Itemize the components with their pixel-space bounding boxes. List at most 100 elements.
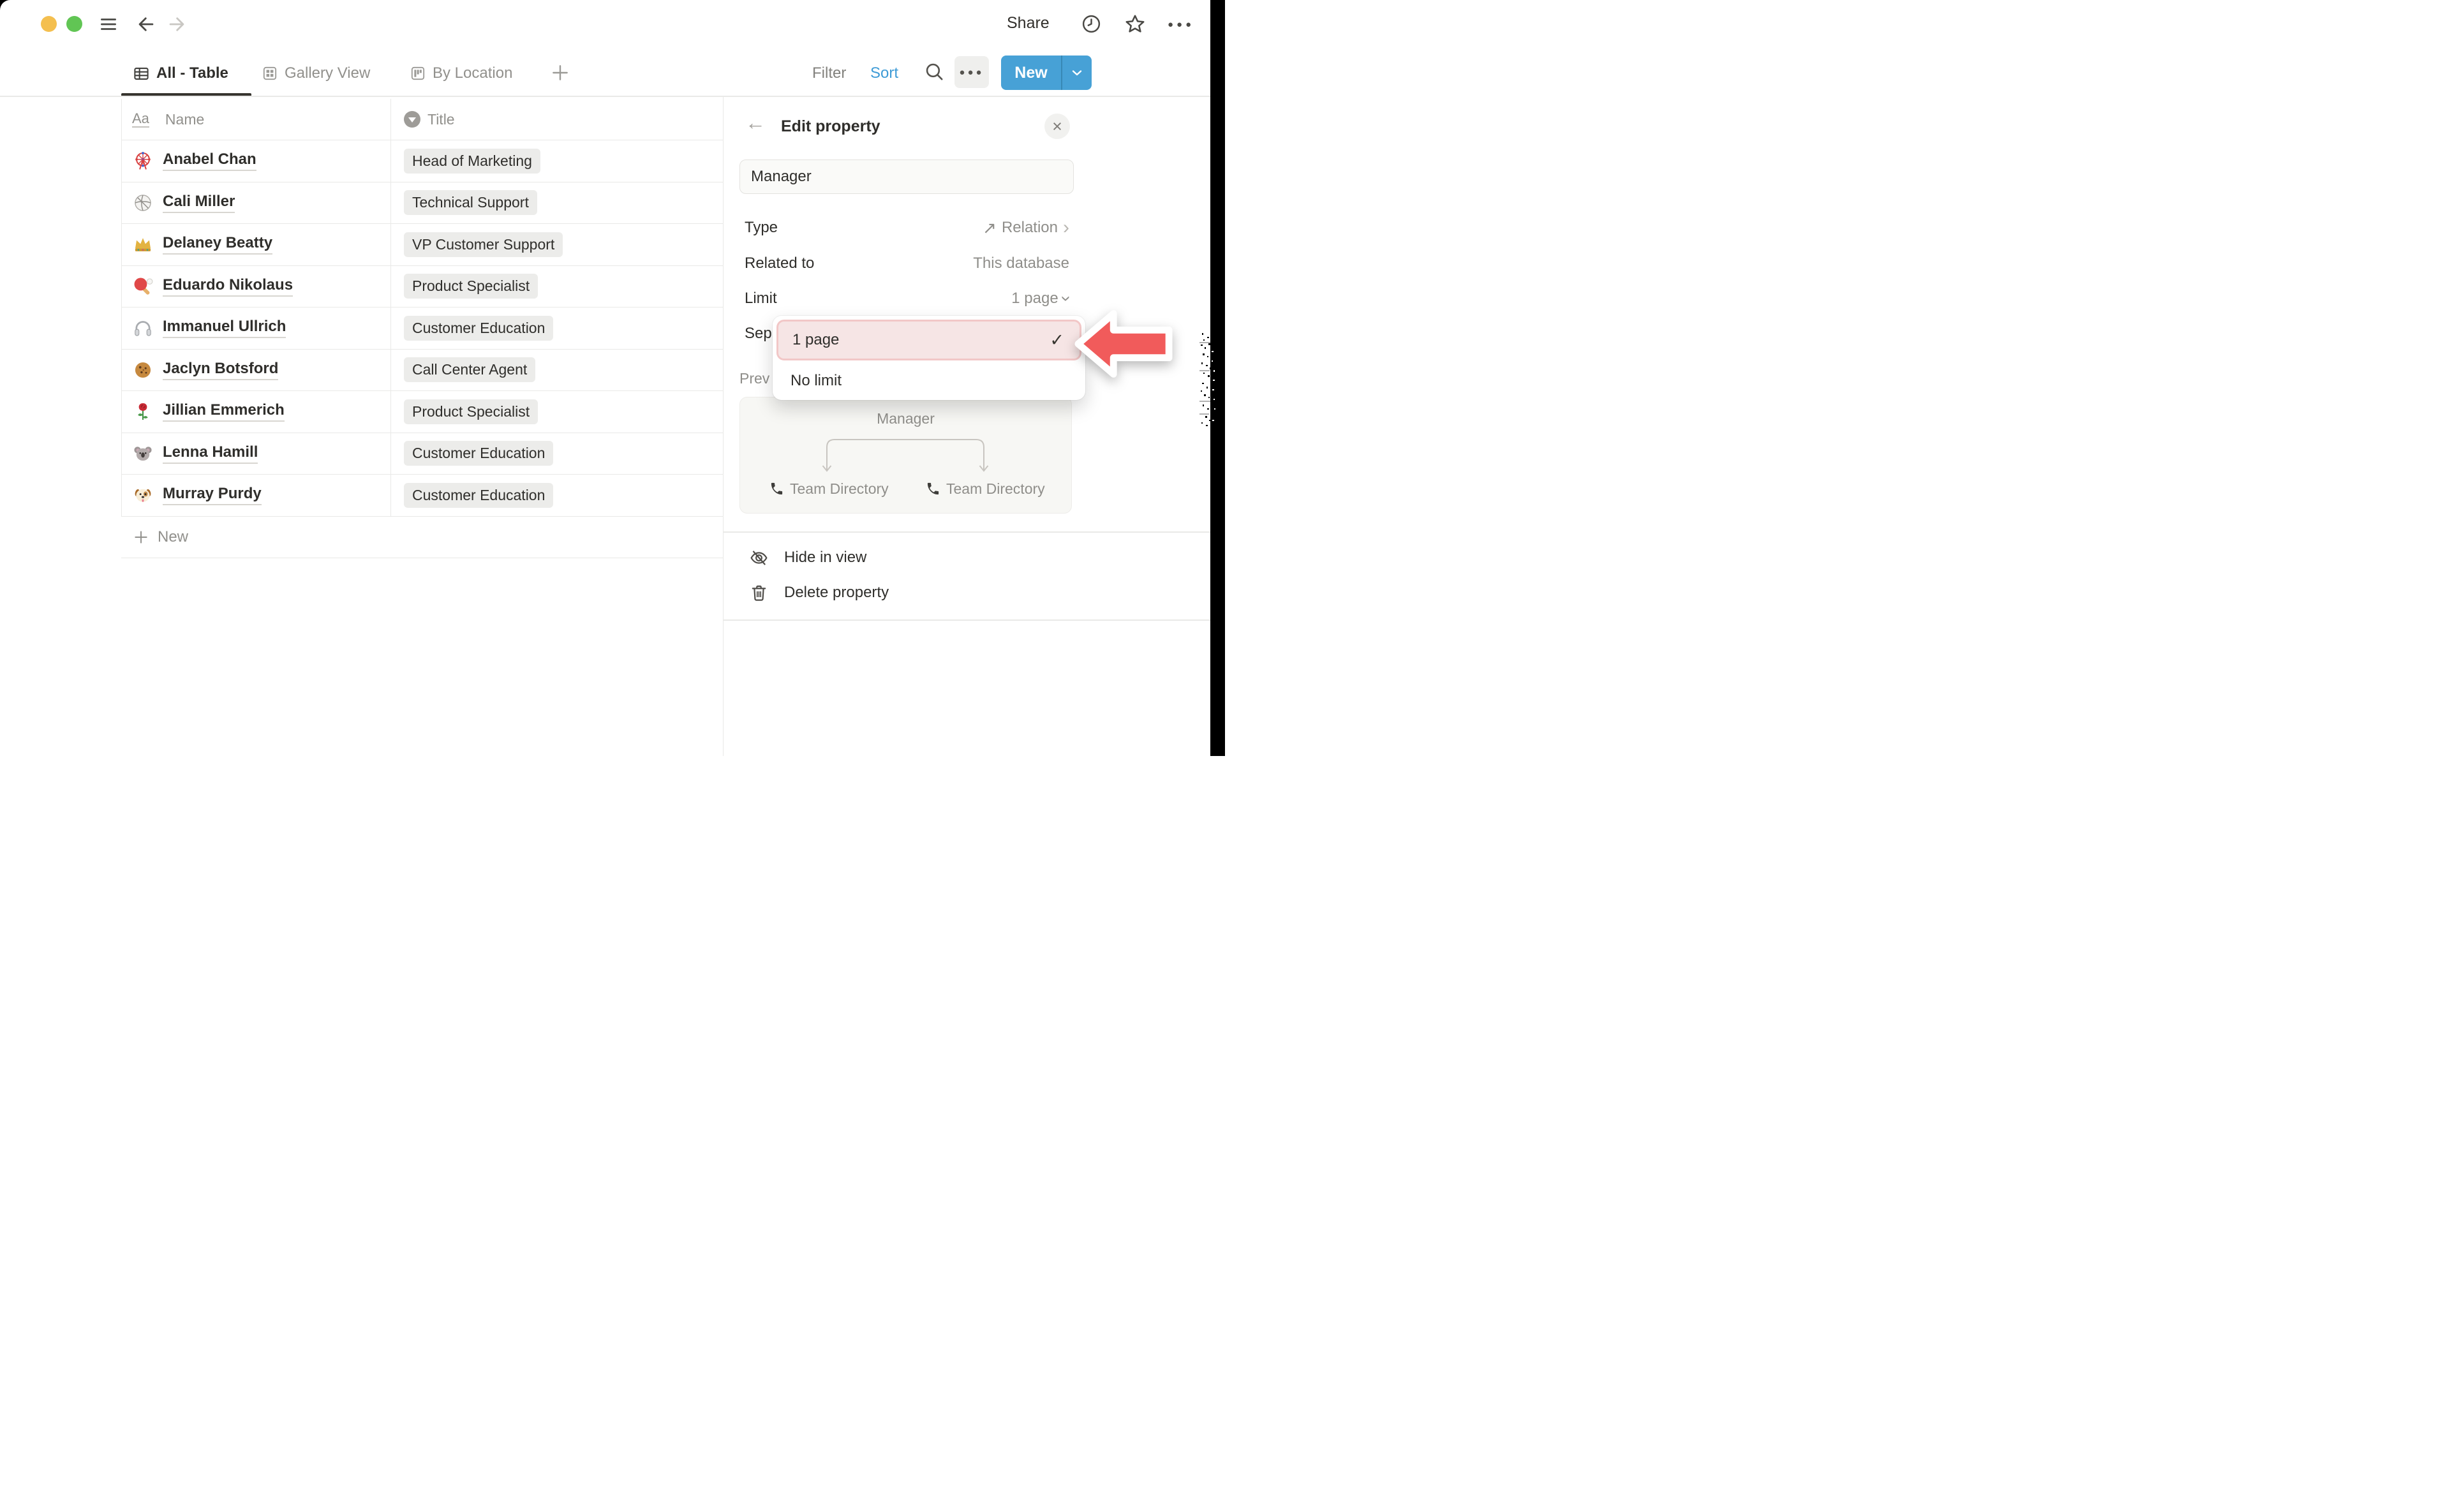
tab-all-table[interactable]: All - Table (133, 64, 228, 82)
title-tag[interactable]: VP Customer Support (404, 232, 563, 257)
title-property-icon: Aa (132, 111, 149, 127)
title-tag[interactable]: Customer Education (404, 441, 553, 466)
plus-icon (133, 529, 149, 545)
title-tag[interactable]: Product Specialist (404, 399, 538, 424)
property-row-limit[interactable]: Limit 1 page › (739, 286, 1069, 311)
sidebar-menu-icon[interactable] (99, 15, 118, 34)
table-row[interactable]: Delaney Beatty VP Customer Support (121, 224, 723, 266)
table-row[interactable]: Jaclyn Botsford Call Center Agent (121, 350, 723, 392)
volleyball-emoji (132, 192, 154, 214)
back-icon[interactable] (135, 13, 157, 35)
page-name[interactable]: Murray Purdy (163, 485, 262, 505)
select-property-icon (404, 111, 420, 128)
dog-emoji (132, 484, 154, 506)
limit-dropdown-menu: 1 page ✓ No limit (773, 316, 1085, 400)
column-header-name[interactable]: Aa Name (121, 111, 390, 128)
table-row[interactable]: Murray Purdy Customer Education (121, 475, 723, 517)
new-button-label[interactable]: New (1001, 56, 1061, 90)
name-cell[interactable]: Delaney Beatty (121, 233, 390, 255)
name-cell[interactable]: Murray Purdy (121, 484, 390, 506)
page-name[interactable]: Jaclyn Botsford (163, 360, 278, 380)
sort-button[interactable]: Sort (870, 64, 898, 82)
filter-button[interactable]: Filter (812, 64, 846, 82)
page-name[interactable]: Jillian Emmerich (163, 401, 285, 422)
close-icon[interactable]: × (1044, 114, 1070, 139)
panel-back-icon[interactable]: ← (745, 111, 766, 135)
tab-gallery-view[interactable]: Gallery View (262, 64, 370, 82)
option-no-limit[interactable]: No limit (791, 368, 842, 394)
relation-preview-box: Manager Team Directory Team Directory (739, 397, 1072, 514)
separate-directions-label-clipped: Sep (745, 325, 772, 343)
edit-property-panel: ← Edit property × Manager Type ↗ Relatio… (723, 97, 1210, 756)
new-row-button[interactable]: New (121, 517, 723, 559)
name-cell[interactable]: Jaclyn Botsford (121, 359, 390, 381)
table-view-icon (133, 65, 150, 82)
table-row[interactable]: Cali Miller Technical Support (121, 182, 723, 225)
table-row[interactable]: Anabel Chan Head of Marketing (121, 140, 723, 182)
search-icon[interactable] (924, 61, 945, 82)
table-header-row: Aa Name Title (121, 99, 723, 140)
view-options-button[interactable]: ●●● (954, 56, 989, 88)
column-title-label: Title (427, 111, 455, 128)
page-name[interactable]: Delaney Beatty (163, 234, 272, 255)
title-tag[interactable]: Head of Marketing (404, 149, 540, 174)
phone-emoji (769, 482, 784, 496)
share-button[interactable]: Share (1007, 14, 1050, 33)
minimize-window-button[interactable] (41, 16, 57, 32)
chevron-down-icon (1069, 65, 1085, 80)
property-row-type[interactable]: Type ↗ Relation › (739, 215, 1069, 241)
title-tag[interactable]: Product Specialist (404, 274, 538, 299)
ferris-wheel-emoji (132, 150, 154, 172)
table-row[interactable]: Jillian Emmerich Product Specialist (121, 391, 723, 433)
add-view-plus-icon[interactable] (550, 63, 570, 83)
chevron-right-icon: › (1063, 218, 1069, 237)
column-header-title[interactable]: Title (390, 111, 723, 128)
eye-off-icon (749, 548, 769, 568)
delete-property-button[interactable]: Delete property (724, 579, 1211, 607)
title-tag[interactable]: Call Center Agent (404, 357, 535, 382)
forward-icon[interactable] (166, 13, 188, 35)
page-name[interactable]: Eduardo Nikolaus (163, 276, 293, 297)
annotation-arrow-left (1073, 306, 1174, 382)
new-dropdown-segment[interactable] (1061, 56, 1092, 90)
option-1-page[interactable]: 1 page ✓ (776, 320, 1081, 360)
window-rounded-corner (0, 0, 38, 38)
tab-by-location[interactable]: By Location (410, 64, 512, 82)
property-row-related-to[interactable]: Related to This database (739, 251, 1069, 276)
panel-title: Edit property (781, 117, 880, 136)
title-tag[interactable]: Technical Support (404, 190, 537, 215)
page-name[interactable]: Lenna Hamill (163, 443, 258, 464)
updates-clock-icon[interactable] (1081, 13, 1102, 34)
panel-divider (724, 619, 1211, 621)
page-name[interactable]: Anabel Chan (163, 151, 256, 171)
name-cell[interactable]: Cali Miller (121, 192, 390, 214)
ellipsis-icon: ●●● (959, 67, 984, 78)
title-tag[interactable]: Customer Education (404, 483, 553, 508)
board-view-icon (410, 65, 426, 82)
table-row[interactable]: Lenna Hamill Customer Education (121, 433, 723, 475)
page-name[interactable]: Cali Miller (163, 193, 235, 213)
preview-label-clipped: Prev (739, 370, 769, 387)
name-cell[interactable]: Anabel Chan (121, 150, 390, 172)
name-cell[interactable]: Lenna Hamill (121, 443, 390, 464)
checkmark-icon: ✓ (1050, 330, 1064, 350)
table-left-border (121, 99, 122, 516)
table-row[interactable]: Eduardo Nikolaus Product Specialist (121, 266, 723, 308)
maximize-window-button[interactable] (66, 16, 82, 32)
window-more-icon[interactable]: ●●● (1168, 19, 1194, 30)
name-cell[interactable]: Jillian Emmerich (121, 401, 390, 422)
table-row[interactable]: Immanuel Ullrich Customer Education (121, 308, 723, 350)
tab-label: All - Table (156, 64, 228, 82)
title-tag[interactable]: Customer Education (404, 316, 553, 341)
page-name[interactable]: Immanuel Ullrich (163, 318, 286, 338)
hide-in-view-button[interactable]: Hide in view (724, 544, 1211, 572)
property-name-input[interactable]: Manager (739, 159, 1074, 194)
new-split-button[interactable]: New (1001, 56, 1092, 90)
name-cell[interactable]: Immanuel Ullrich (121, 317, 390, 339)
column-divider[interactable] (390, 99, 391, 516)
phone-emoji (926, 482, 940, 496)
preview-child-item: Team Directory (769, 480, 889, 498)
favorite-star-icon[interactable] (1124, 13, 1147, 36)
name-cell[interactable]: Eduardo Nikolaus (121, 276, 390, 297)
property-name-value: Manager (751, 168, 812, 186)
